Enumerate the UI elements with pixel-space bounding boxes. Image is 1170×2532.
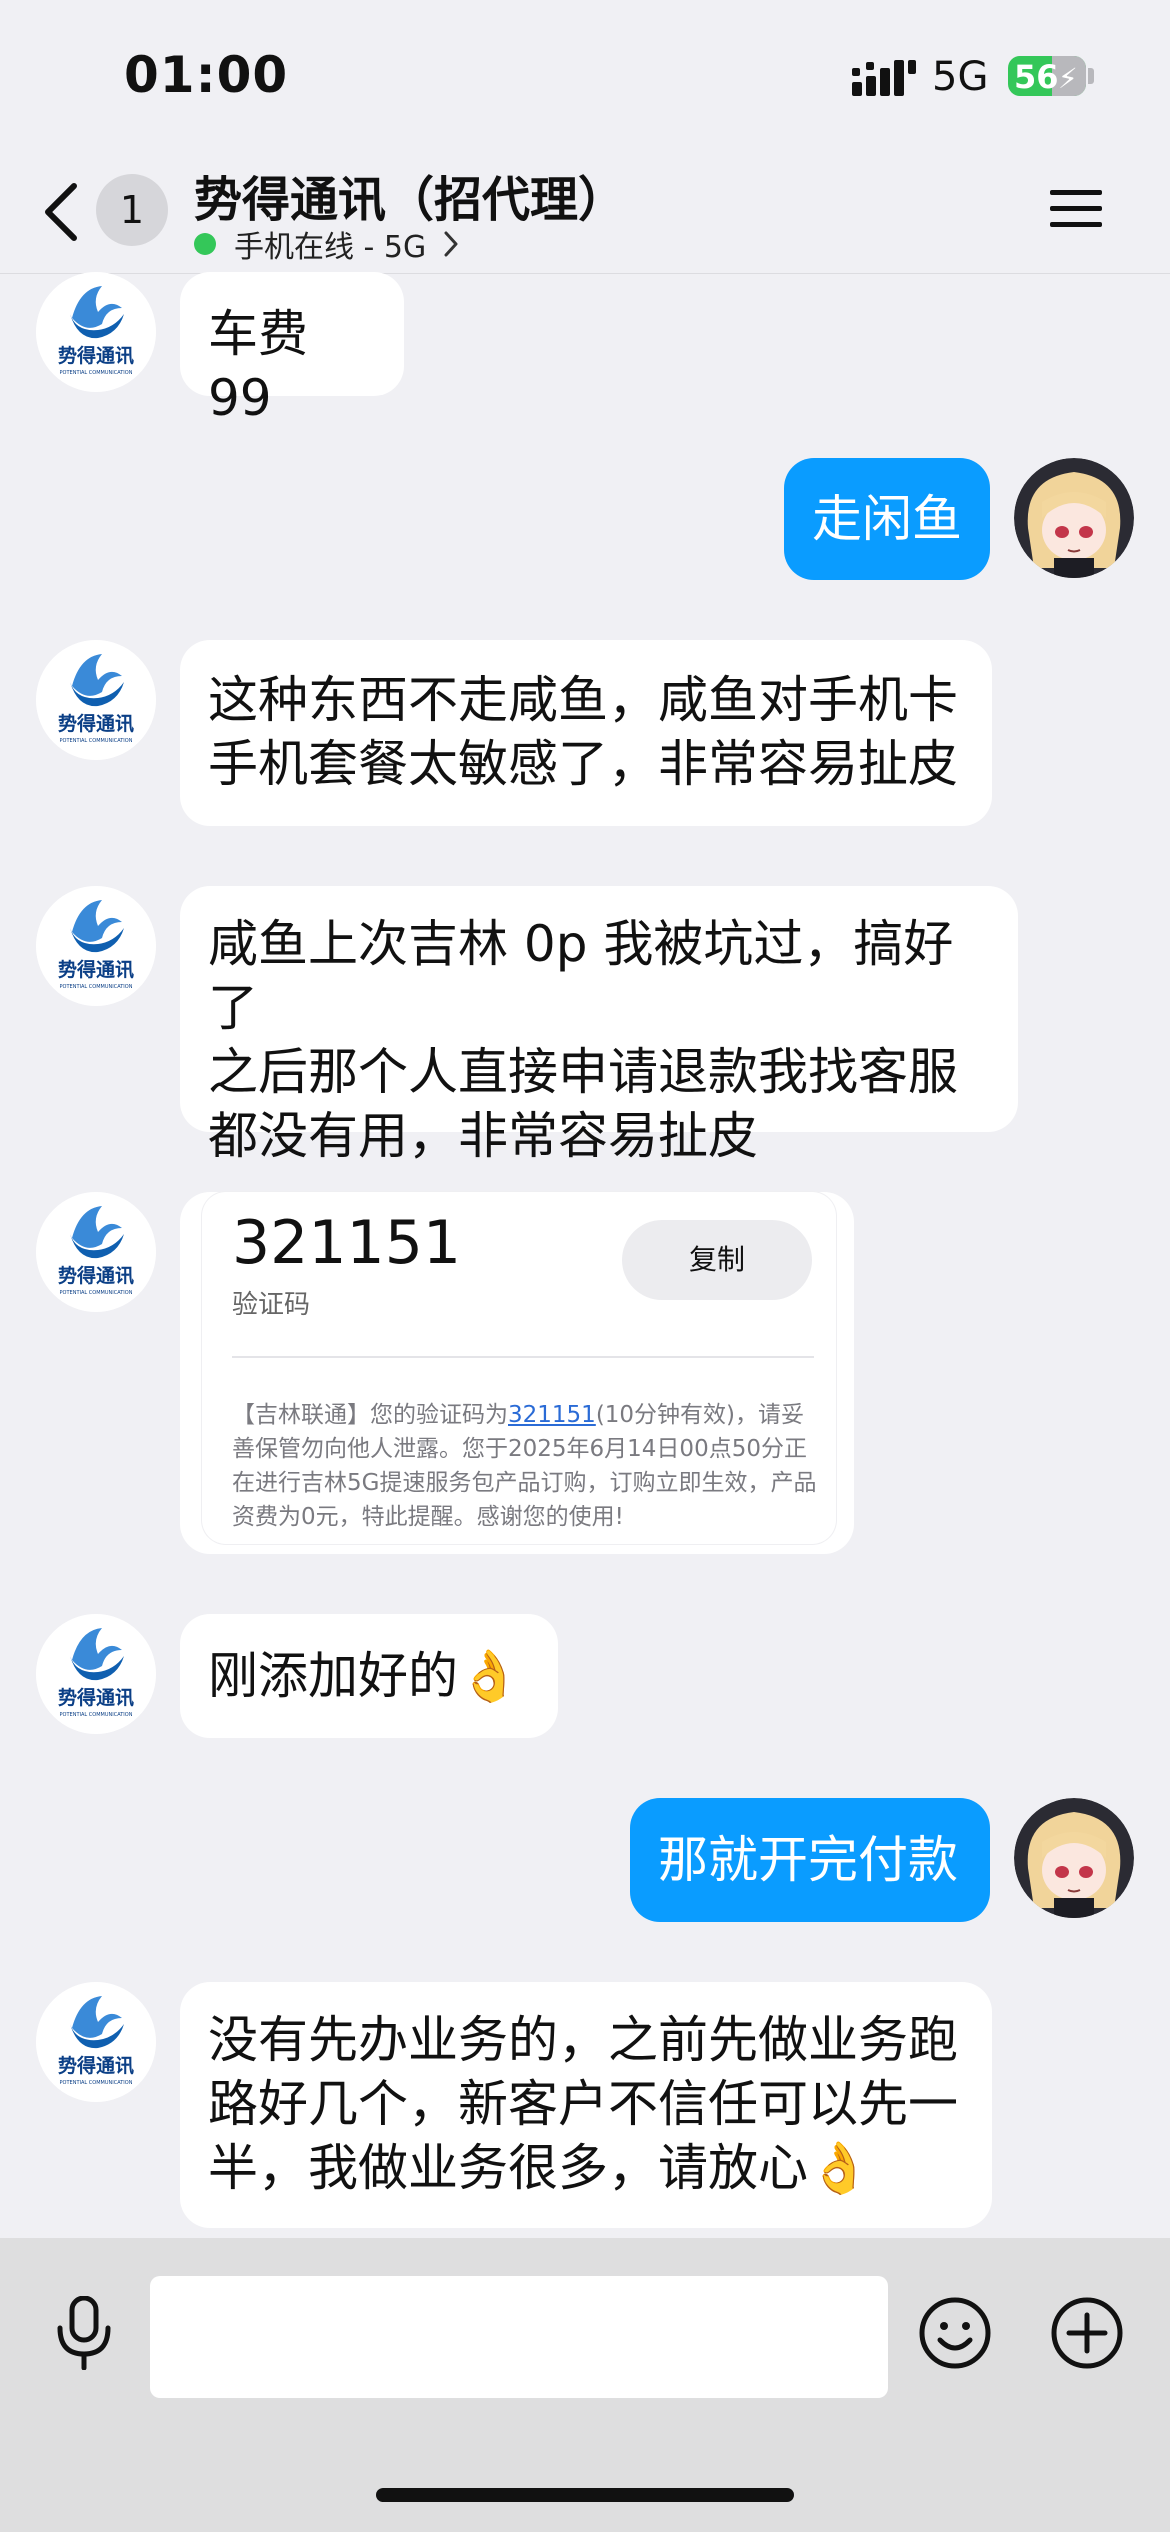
battery-level: 56 bbox=[1014, 58, 1059, 96]
message-bubble[interactable]: 没有先办业务的，之前先做业务跑 路好几个，新客户不信任可以先一 半，我做业务很多… bbox=[180, 1982, 992, 2228]
logo-brand-text: 势得通讯 bbox=[58, 712, 134, 735]
contact-avatar[interactable]: 势得通讯 POTENTIAL COMMUNICATION bbox=[36, 640, 156, 760]
battery-tip bbox=[1088, 68, 1094, 84]
contact-avatar[interactable]: 势得通讯 POTENTIAL COMMUNICATION bbox=[36, 886, 156, 1006]
logo-brand-text: 势得通讯 bbox=[58, 1264, 134, 1287]
logo-sub-text: POTENTIAL COMMUNICATION bbox=[60, 1290, 133, 1296]
unread-badge[interactable]: 1 bbox=[96, 174, 168, 246]
message-bubble[interactable]: 车费 99 bbox=[180, 272, 404, 427]
verification-card-inner: 321151 验证码 复制 【吉林联通】您的验证码为321151(10分钟有效)… bbox=[202, 1192, 836, 1544]
chat-header: 1 势得通讯（招代理） 手机在线 - 5G bbox=[0, 150, 1170, 274]
online-dot-icon bbox=[194, 233, 216, 255]
sms-prefix: 【吉林联通】您的验证码为 bbox=[232, 1402, 508, 1428]
message-text: 那就开完付款 bbox=[658, 1831, 958, 1889]
user-avatar[interactable] bbox=[1014, 1798, 1134, 1918]
contact-avatar[interactable]: 势得通讯 POTENTIAL COMMUNICATION bbox=[36, 272, 156, 392]
message-bubble[interactable]: 咸鱼上次吉林 0p 我被坑过，搞好了 之后那个人直接申请退款我找客服 都没有用，… bbox=[180, 886, 1018, 1165]
logo-sub-text: POTENTIAL COMMUNICATION bbox=[60, 984, 133, 990]
logo-brand-text: 势得通讯 bbox=[58, 344, 134, 367]
logo-sub-text: POTENTIAL COMMUNICATION bbox=[60, 370, 133, 376]
back-icon[interactable] bbox=[36, 172, 86, 252]
chat-title[interactable]: 势得通讯（招代理） bbox=[194, 160, 626, 230]
chevron-right-icon bbox=[444, 231, 458, 257]
menu-icon[interactable] bbox=[1048, 184, 1104, 234]
message-input[interactable] bbox=[150, 2276, 888, 2398]
message-bubble-outgoing[interactable]: 走闲鱼 bbox=[784, 458, 990, 580]
message-text: 车费 99 bbox=[208, 305, 308, 427]
message-text-line: 之后那个人直接申请退款我找客服 bbox=[208, 1043, 958, 1101]
sms-code-link[interactable]: 321151 bbox=[508, 1402, 596, 1428]
logo-brand-text: 势得通讯 bbox=[58, 2054, 134, 2077]
verification-code-card[interactable]: 321151 验证码 复制 【吉林联通】您的验证码为321151(10分钟有效)… bbox=[180, 1192, 854, 1554]
message-text-line: 半，我做业务很多，请放心👌 bbox=[208, 2139, 871, 2197]
contact-avatar[interactable]: 势得通讯 POTENTIAL COMMUNICATION bbox=[36, 1192, 156, 1312]
copy-button[interactable]: 复制 bbox=[622, 1220, 812, 1300]
verification-code: 321151 bbox=[232, 1208, 462, 1278]
verification-code-label: 验证码 bbox=[232, 1290, 311, 1320]
contact-avatar[interactable]: 势得通讯 POTENTIAL COMMUNICATION bbox=[36, 1982, 156, 2102]
input-bar bbox=[0, 2238, 1170, 2532]
status-bar: 01:00 5G 56 ⚡ bbox=[0, 0, 1170, 150]
message-text: 刚添加好的👌 bbox=[208, 1647, 521, 1705]
home-indicator[interactable] bbox=[376, 2488, 794, 2502]
logo-sub-text: POTENTIAL COMMUNICATION bbox=[60, 1712, 133, 1718]
user-avatar[interactable] bbox=[1014, 458, 1134, 578]
message-text-line: 手机套餐太敏感了，非常容易扯皮 bbox=[208, 735, 958, 793]
message-text-line: 路好几个，新客户不信任可以先一 bbox=[208, 2075, 958, 2133]
message-bubble[interactable]: 这种东西不走咸鱼，咸鱼对手机卡 手机套餐太敏感了，非常容易扯皮 bbox=[180, 640, 992, 826]
emoji-icon[interactable] bbox=[918, 2296, 992, 2370]
plus-icon[interactable] bbox=[1050, 2296, 1124, 2370]
status-time: 01:00 bbox=[124, 46, 289, 104]
message-text-line: 咸鱼上次吉林 0p 我被坑过，搞好了 bbox=[208, 915, 954, 1037]
logo-brand-text: 势得通讯 bbox=[58, 958, 134, 981]
message-text-line: 这种东西不走咸鱼，咸鱼对手机卡 bbox=[208, 671, 958, 729]
sms-text: 【吉林联通】您的验证码为321151(10分钟有效)，请妥善保管勿向他人泄露。您… bbox=[232, 1398, 818, 1534]
message-text-line: 都没有用，非常容易扯皮 bbox=[208, 1107, 758, 1165]
logo-sub-text: POTENTIAL COMMUNICATION bbox=[60, 2080, 133, 2086]
logo-sub-text: POTENTIAL COMMUNICATION bbox=[60, 738, 133, 744]
contact-avatar[interactable]: 势得通讯 POTENTIAL COMMUNICATION bbox=[36, 1614, 156, 1734]
message-bubble-outgoing[interactable]: 那就开完付款 bbox=[630, 1798, 990, 1922]
message-bubble[interactable]: 刚添加好的👌 bbox=[180, 1614, 558, 1738]
network-type: 5G bbox=[932, 54, 989, 100]
battery-icon: 56 ⚡ bbox=[1008, 56, 1086, 96]
mic-icon[interactable] bbox=[52, 2296, 116, 2370]
online-status[interactable]: 手机在线 - 5G bbox=[194, 222, 462, 266]
message-text-line: 没有先办业务的，之前先做业务跑 bbox=[208, 2011, 958, 2069]
signal-icon bbox=[852, 60, 916, 96]
logo-brand-text: 势得通讯 bbox=[58, 1686, 134, 1709]
card-divider bbox=[232, 1356, 814, 1358]
message-text: 走闲鱼 bbox=[812, 490, 962, 548]
online-status-text: 手机在线 - 5G bbox=[234, 230, 427, 265]
